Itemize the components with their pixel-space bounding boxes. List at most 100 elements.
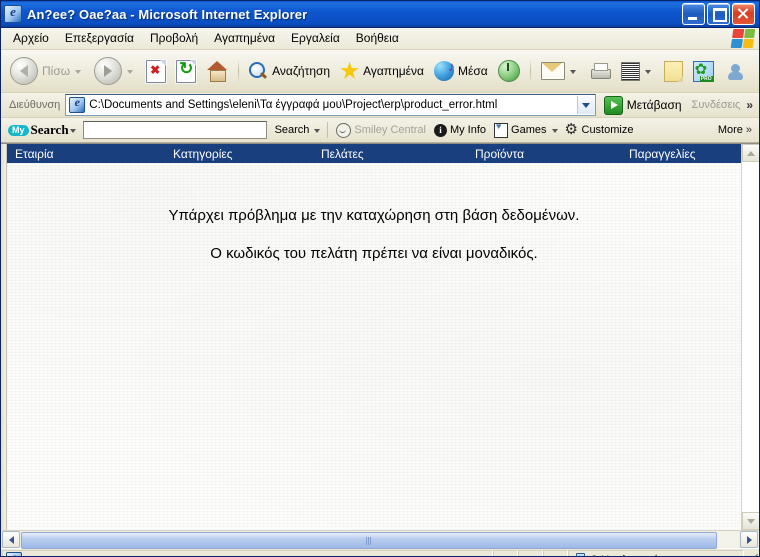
scroll-up-button[interactable] [741, 144, 759, 162]
smiley-central-button[interactable]: Smiley Central [332, 122, 430, 138]
nav-link-customers[interactable]: Πελάτες [321, 147, 364, 161]
mysearch-dropdown-icon[interactable] [69, 129, 76, 133]
mysearch-logo[interactable]: My Search [4, 122, 69, 138]
back-dropdown-icon[interactable] [75, 70, 82, 74]
menu-item-favorites[interactable]: Αγαπημένα [206, 29, 283, 48]
history-button[interactable] [493, 53, 525, 89]
links-label[interactable]: Συνδέσεις [686, 99, 747, 111]
mysearch-input[interactable] [82, 121, 267, 139]
home-button[interactable] [201, 53, 233, 89]
security-zone-text: Ο Υπολογιστής μου [590, 554, 686, 557]
notes-button[interactable] [659, 53, 688, 89]
chevron-right-icon [746, 535, 752, 544]
horizontal-scroll-thumb[interactable] [21, 532, 717, 549]
mysearch-separator-1 [327, 122, 329, 138]
address-value: C:\Documents and Settings\eleni\Τα έγγρα… [89, 99, 498, 111]
menu-item-tools[interactable]: Εργαλεία [283, 29, 348, 48]
forward-arrow-icon [94, 57, 123, 85]
toolbar-separator-1 [238, 59, 240, 83]
go-button-label: Μετάβαση [626, 98, 682, 112]
address-input[interactable]: C:\Documents and Settings\eleni\Τα έγγρα… [65, 94, 596, 116]
page-content: Εταιρία Κατηγορίες Πελάτες Προϊόντα Παρα… [7, 144, 741, 530]
refresh-icon [176, 59, 197, 83]
gear-icon [565, 120, 579, 138]
refresh-button[interactable] [171, 53, 201, 89]
my-info-button[interactable]: i My Info [430, 123, 490, 137]
menu-item-file[interactable]: Αρχείο [5, 29, 57, 48]
back-arrow-icon [10, 57, 38, 85]
messenger-button[interactable] [719, 53, 750, 89]
scroll-down-button[interactable] [741, 512, 759, 530]
mysearch-wordmark: Search [30, 122, 69, 137]
info-icon: i [433, 123, 447, 137]
back-button[interactable]: Πίσω [5, 53, 89, 89]
horizontal-scroll-track[interactable] [21, 532, 739, 549]
games-button[interactable]: Games [490, 121, 550, 138]
toolbar-separator-2 [529, 59, 531, 83]
status-pane-2 [518, 550, 543, 556]
forward-button[interactable] [89, 53, 141, 89]
my-info-label: My Info [449, 124, 487, 136]
favorites-button[interactable]: Αγαπημένα [335, 53, 429, 89]
customize-button[interactable]: Customize [561, 120, 638, 138]
close-button[interactable] [732, 3, 755, 25]
forward-dropdown-icon[interactable] [127, 70, 134, 74]
status-pane-3 [543, 550, 568, 556]
nav-link-categories[interactable]: Κατηγορίες [173, 147, 233, 161]
star-icon [340, 61, 359, 79]
stop-icon [146, 59, 167, 83]
scroll-right-button[interactable] [740, 531, 758, 548]
window-controls [682, 3, 757, 25]
home-icon [206, 61, 228, 82]
games-dropdown-icon[interactable] [551, 129, 558, 133]
media-icon [433, 58, 455, 81]
printer-icon [589, 62, 611, 80]
scroll-left-button[interactable] [2, 531, 20, 548]
error-message-primary: Υπάρχει πρόβλημα με την καταχώρηση στη β… [168, 207, 580, 224]
mail-dropdown-icon[interactable] [569, 70, 576, 74]
error-message-secondary: Ο κωδικός του πελάτη πρέπει να είναι μον… [210, 245, 538, 262]
stop-button[interactable] [141, 53, 171, 89]
mail-button[interactable] [536, 53, 584, 89]
security-zone-pane[interactable]: Ο Υπολογιστής μου [568, 550, 744, 557]
address-label: Διεύθυνση [9, 99, 61, 111]
search-button[interactable]: Αναζήτηση [244, 53, 335, 89]
search-button-label: Αναζήτηση [272, 64, 331, 78]
maximize-button[interactable] [707, 3, 730, 25]
nav-link-products[interactable]: Προϊόντα [475, 147, 524, 161]
mysearch-toolbar: My Search Search Smiley Central i My Inf… [1, 118, 759, 143]
edit-dropdown-icon[interactable] [644, 70, 651, 74]
nav-link-company[interactable]: Εταιρία [15, 147, 54, 161]
menu-item-view[interactable]: Προβολή [142, 29, 206, 48]
back-button-label: Πίσω [42, 64, 71, 78]
menu-item-help[interactable]: Βοήθεια [348, 29, 407, 48]
vertical-scrollbar[interactable] [741, 144, 759, 530]
scroll-thumb-grip [366, 536, 372, 545]
edit-button[interactable] [616, 53, 659, 89]
more-button[interactable]: More » [714, 124, 756, 136]
nav-link-orders[interactable]: Παραγγελίες [629, 147, 696, 161]
my-computer-icon [573, 552, 586, 556]
media-button[interactable]: Μέσα [429, 53, 493, 89]
go-button[interactable]: Μετάβαση [600, 95, 686, 115]
mysearch-search-button[interactable]: Search [271, 124, 314, 136]
icq-pro-icon [692, 60, 714, 82]
toolbar-overflow-icon[interactable]: » [746, 98, 757, 112]
icq-button[interactable] [688, 53, 719, 89]
media-button-label: Μέσα [457, 64, 488, 78]
minimize-button[interactable] [682, 3, 705, 25]
ie-status-icon [6, 550, 22, 556]
more-chevron-icon: » [745, 124, 752, 136]
status-pane-1 [493, 550, 518, 556]
address-dropdown-button[interactable] [576, 96, 595, 114]
vertical-scroll-track[interactable] [742, 162, 759, 512]
horizontal-scrollbar[interactable] [1, 530, 759, 549]
history-icon [497, 60, 520, 82]
smiley-icon [336, 122, 352, 138]
resize-grip[interactable] [746, 553, 758, 556]
print-button[interactable] [584, 53, 616, 89]
page-viewport: Εταιρία Κατηγορίες Πελάτες Προϊόντα Παρα… [1, 143, 759, 530]
mysearch-search-dropdown-icon[interactable] [314, 129, 321, 133]
menu-item-edit[interactable]: Επεξεργασία [57, 29, 142, 48]
games-label: Games [511, 124, 547, 136]
